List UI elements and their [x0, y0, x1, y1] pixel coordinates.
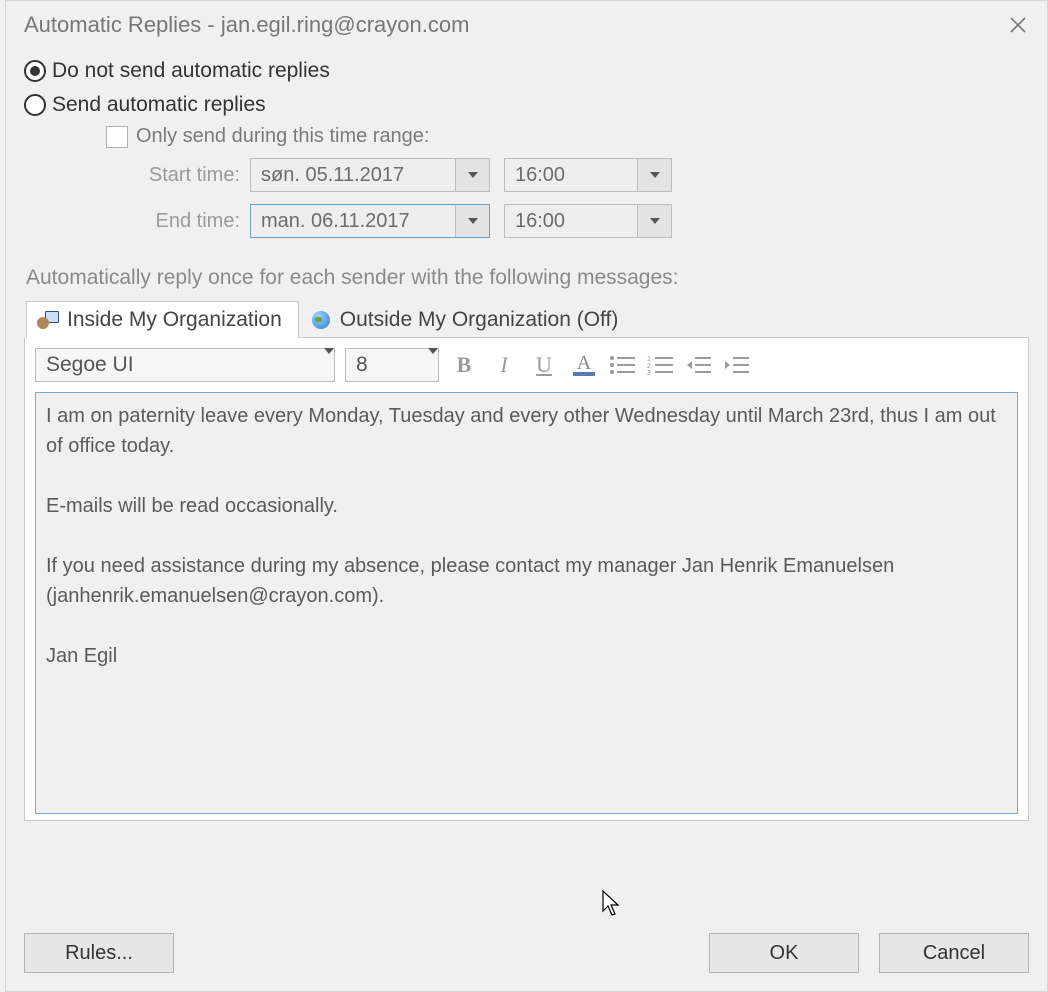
tab-inside[interactable]: Inside My Organization	[26, 301, 299, 338]
end-date-dropdown[interactable]	[455, 205, 489, 237]
footer: Rules... OK Cancel	[24, 933, 1029, 973]
italic-button[interactable]: I	[489, 350, 519, 380]
radio-send-label[interactable]: Send automatic replies	[52, 93, 266, 117]
tab-outside-label: Outside My Organization (Off)	[340, 308, 619, 332]
font-name-dropdown[interactable]	[324, 354, 334, 376]
radio-dont-send-label[interactable]: Do not send automatic replies	[52, 59, 330, 83]
titlebar: Automatic Replies - jan.egil.ring@crayon…	[6, 1, 1047, 49]
radio-dont-send-row: Do not send automatic replies	[24, 59, 1029, 83]
radio-send[interactable]	[24, 94, 46, 116]
ok-button[interactable]: OK	[709, 933, 859, 973]
cancel-button-label: Cancel	[923, 942, 985, 965]
message-editor[interactable]: I am on paternity leave every Monday, Tu…	[35, 392, 1018, 814]
chevron-down-icon	[468, 218, 478, 224]
chevron-down-icon	[428, 348, 438, 375]
chevron-down-icon	[468, 172, 478, 178]
tab-inside-label: Inside My Organization	[67, 308, 282, 332]
svg-text:2: 2	[647, 363, 651, 370]
start-time-value: 16:00	[505, 164, 637, 187]
start-date-combo[interactable]: søn. 05.11.2017	[250, 158, 490, 192]
increase-indent-icon	[723, 354, 751, 376]
decrease-indent-button[interactable]	[685, 354, 713, 376]
start-time-row: Start time: søn. 05.11.2017 16:00	[120, 158, 1029, 192]
ok-button-label: OK	[770, 942, 799, 965]
only-during-row: Only send during this time range:	[106, 125, 1029, 148]
cancel-button[interactable]: Cancel	[879, 933, 1029, 973]
time-range: Start time: søn. 05.11.2017 16:00 End ti…	[120, 158, 1029, 238]
start-time-combo[interactable]: 16:00	[504, 158, 672, 192]
start-time-dropdown[interactable]	[637, 159, 671, 191]
bullet-list-button[interactable]	[609, 354, 637, 376]
close-button[interactable]	[1003, 10, 1033, 40]
chevron-down-icon	[650, 172, 660, 178]
people-icon	[37, 309, 59, 331]
only-during-label: Only send during this time range:	[136, 125, 430, 148]
chevron-down-icon	[324, 348, 334, 375]
end-date-combo[interactable]: man. 06.11.2017	[250, 204, 490, 238]
end-time-value: 16:00	[505, 210, 637, 233]
svg-text:1: 1	[647, 356, 651, 363]
automatic-replies-dialog: Automatic Replies - jan.egil.ring@crayon…	[5, 0, 1048, 992]
end-date-value: man. 06.11.2017	[251, 210, 455, 233]
rules-button[interactable]: Rules...	[24, 933, 174, 973]
end-time-combo[interactable]: 16:00	[504, 204, 672, 238]
close-icon	[1009, 16, 1027, 34]
chevron-down-icon	[650, 218, 660, 224]
bold-button[interactable]: B	[449, 350, 479, 380]
editor-panel: Segoe UI 8 B I U A	[24, 338, 1029, 821]
end-time-dropdown[interactable]	[637, 205, 671, 237]
sender-hint: Automatically reply once for each sender…	[26, 266, 1029, 290]
end-time-label: End time:	[120, 210, 240, 233]
dialog-title: Automatic Replies - jan.egil.ring@crayon…	[24, 12, 469, 38]
tabs: Inside My Organization Outside My Organi…	[26, 300, 1029, 338]
start-date-dropdown[interactable]	[455, 159, 489, 191]
radio-dont-send[interactable]	[24, 60, 46, 82]
start-date-value: søn. 05.11.2017	[251, 164, 455, 187]
font-name-value: Segoe UI	[36, 353, 324, 377]
svg-text:3: 3	[647, 370, 651, 376]
radio-send-row: Send automatic replies	[24, 93, 1029, 117]
content: Do not send automatic replies Send autom…	[6, 49, 1047, 821]
decrease-indent-icon	[685, 354, 713, 376]
font-color-icon: A	[577, 354, 591, 372]
globe-icon	[310, 309, 332, 331]
increase-indent-button[interactable]	[723, 354, 751, 376]
font-size-combo[interactable]: 8	[345, 348, 439, 382]
only-during-checkbox[interactable]	[106, 126, 128, 148]
font-size-dropdown[interactable]	[428, 354, 438, 376]
end-time-row: End time: man. 06.11.2017 16:00	[120, 204, 1029, 238]
numbered-list-icon: 1 2 3	[647, 354, 675, 376]
font-size-value: 8	[346, 353, 428, 377]
rules-button-label: Rules...	[65, 942, 133, 965]
tab-outside[interactable]: Outside My Organization (Off)	[299, 301, 636, 338]
numbered-list-button[interactable]: 1 2 3	[647, 354, 675, 376]
font-color-button[interactable]: A	[569, 350, 599, 380]
underline-button[interactable]: U	[529, 350, 559, 380]
format-toolbar: Segoe UI 8 B I U A	[35, 348, 1018, 382]
start-time-label: Start time:	[120, 164, 240, 187]
font-name-combo[interactable]: Segoe UI	[35, 348, 335, 382]
bullet-list-icon	[609, 354, 637, 376]
